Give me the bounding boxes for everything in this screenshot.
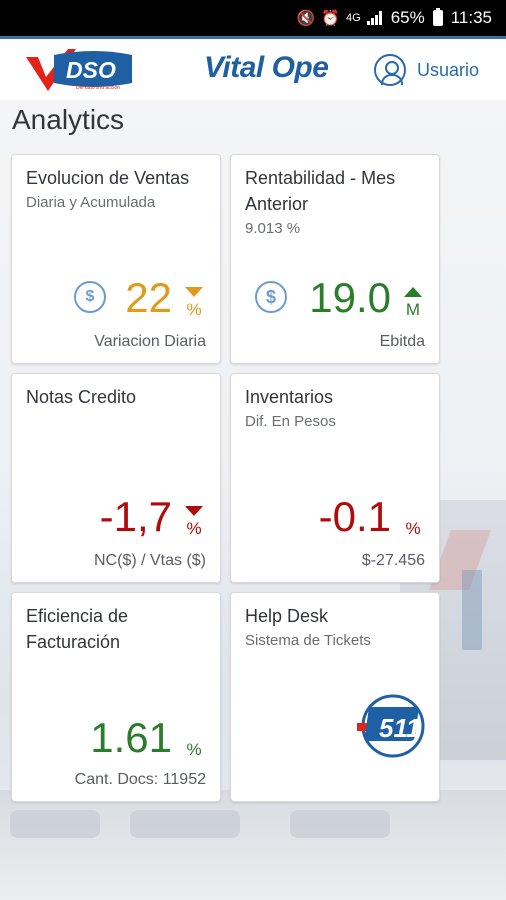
tile-footer: Cant. Docs: 11952 [74,771,206,788]
page-title: Analytics [12,104,125,135]
kpi: 19.0 M [309,277,423,319]
tile-eficiencia-facturacion[interactable]: Eficiencia de Facturación 1.61 % Cant. D… [11,592,221,802]
tile-subtitle: Sistema de Tickets [245,632,371,649]
kpi-value: 1.61 [90,714,172,761]
tile-notas-credito[interactable]: Notas Credito -1,7 % NC($) / Vtas ($) [11,373,221,583]
kpi-side: M [403,287,423,319]
help-desk-logo-icon: 511 [357,694,425,758]
trend-down-icon [185,287,203,297]
kpi: -1,7 % [100,496,204,538]
mute-icon: 🔇 [296,10,316,27]
kpi: 22 % [125,277,204,319]
trend-up-icon [404,287,422,297]
tile-title: Evolucion de Ventas [26,168,190,188]
tile-subtitle: 9.013 % [245,220,301,237]
kpi-unit: % [186,519,202,538]
brand-title: Vital Ope [204,51,329,84]
tile-subtitle: Diaria y Acumulada [26,194,156,211]
app-header: DSO Del dato a la acción Vital Ope Usuar… [0,36,506,100]
tile-title: Inventarios [245,387,334,407]
logo-text: DSO [66,57,116,83]
dso-logo[interactable]: DSO Del dato a la acción [24,47,136,93]
kpi-value: 22 [125,274,172,321]
kpi-unit: % [405,519,421,538]
tile-footer: Variacion Diaria [94,333,206,350]
kpi-unit: % [186,300,202,319]
clock: 11:35 [450,8,492,27]
help-desk-logo-text: 511 [379,713,420,743]
kpi-side: % [184,506,204,538]
logo-tagline: Del dato a la acción [76,85,120,91]
kpi-unit: M [405,300,421,319]
user-label[interactable]: Usuario [417,60,479,81]
kpi: -0.1 % [319,496,423,538]
network-label: 4G [346,12,361,24]
user-icon[interactable] [374,54,406,86]
kpi-side: % [184,741,204,759]
kpi-side: % [184,287,204,319]
dollar-coin-icon: $ [255,281,287,313]
battery-icon [432,8,443,26]
kpi-value: 19.0 [309,274,391,321]
tile-help-desk[interactable]: Help Desk Sistema de Tickets 511 [230,592,440,802]
car-shape [130,810,240,838]
status-icons: 🔇 ⏰ 4G [297,9,383,27]
tile-footer: $-27.456 [361,552,425,569]
tile-title: Rentabilidad - Mes Anterior [245,168,396,214]
tile-inventarios[interactable]: Inventarios Dif. En Pesos -0.1 % $-27.45… [230,373,440,583]
tile-footer: Ebitda [379,333,425,350]
status-bar: 🔇 ⏰ 4G 65% 11:35 [0,0,506,36]
building-window-shape [462,570,482,650]
trend-down-icon [185,506,203,516]
tile-evolucion-ventas[interactable]: Evolucion de Ventas Diaria y Acumulada $… [11,154,221,364]
tile-title: Help Desk [245,606,329,626]
kpi: 1.61 % [90,717,204,759]
currency-cycle-icon: $ [74,281,106,313]
ground-shape [0,790,506,900]
tile-footer: NC($) / Vtas ($) [93,552,206,569]
signal-icon [366,11,383,25]
tile-title: Notas Credito [26,387,137,407]
car-shape [10,810,100,838]
kpi-value: -1,7 [99,493,172,540]
kpi-unit: % [186,740,202,759]
tile-title: Eficiencia de Facturación [26,606,129,652]
tile-subtitle: Dif. En Pesos [245,413,336,430]
kpi-side: % [403,520,423,538]
kpi-value: -0.1 [318,493,391,540]
alarm-icon: ⏰ [321,10,340,27]
car-shape [290,810,390,838]
tile-rentabilidad[interactable]: Rentabilidad - Mes Anterior 9.013 % $ 19… [230,154,440,364]
battery-percent: 65% [390,8,425,27]
